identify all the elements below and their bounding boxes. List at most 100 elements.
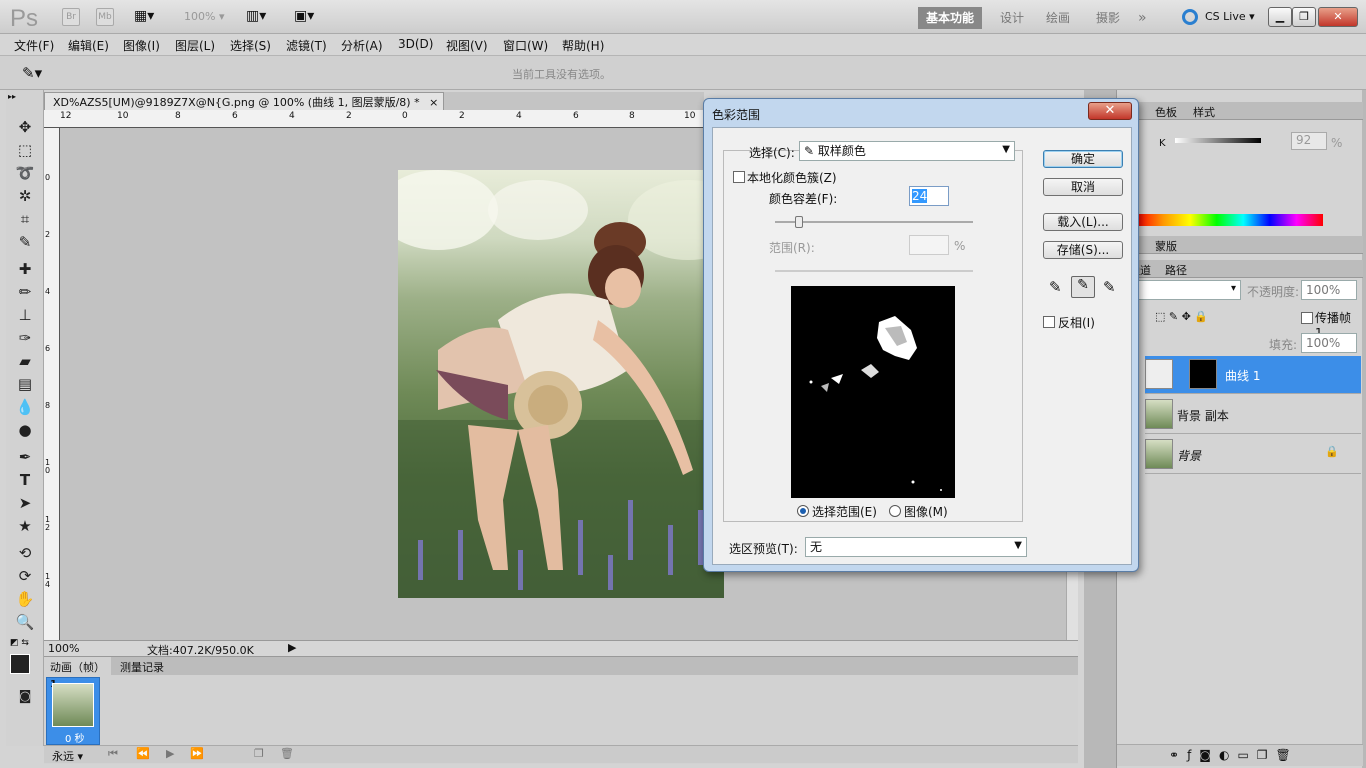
crop-tool-icon[interactable]: ⌗ (14, 210, 36, 228)
minimize-button[interactable]: ▁ (1268, 7, 1292, 27)
healing-brush-tool-icon[interactable]: ✚ (14, 260, 36, 278)
add-mask-icon[interactable]: ◙ (1199, 748, 1219, 762)
tab-masks[interactable]: 蒙版 (1155, 238, 1177, 254)
pen-tool-icon[interactable]: ✒ (14, 448, 36, 466)
first-frame-icon[interactable]: ⏮ (108, 747, 118, 761)
duplicate-frame-icon[interactable]: ❐ (254, 747, 264, 760)
adjustment-layer-icon[interactable]: ◐ (1219, 748, 1237, 762)
foreground-color-swatch[interactable] (10, 654, 30, 674)
quick-mask-icon[interactable]: ◙ (14, 688, 36, 706)
eraser-tool-icon[interactable]: ▰ (14, 352, 36, 370)
tab-animation-frames[interactable]: 动画（帧） (44, 657, 111, 675)
fill-field[interactable]: 100% (1301, 333, 1357, 353)
close-window-button[interactable]: ✕ (1318, 7, 1358, 27)
menu-analysis[interactable]: 分析(A) (341, 37, 383, 54)
opacity-field[interactable]: 100% (1301, 280, 1357, 300)
layer-style-icon[interactable]: ƒ (1187, 748, 1199, 762)
view-extras-icon[interactable]: ▦▾ (134, 8, 154, 24)
selection-preview[interactable] (791, 286, 955, 498)
arrange-documents-icon[interactable]: ▥▾ (246, 8, 266, 24)
eyedropper-preset-icon[interactable]: ✎▾ (22, 64, 42, 82)
invert-checkbox[interactable] (1043, 316, 1055, 328)
quick-selection-tool-icon[interactable]: ✲ (14, 187, 36, 205)
close-document-icon[interactable]: × (429, 96, 438, 109)
layer-background-copy[interactable]: 背景 副本 (1145, 396, 1361, 434)
blur-tool-icon[interactable]: 💧 (14, 398, 36, 416)
lasso-tool-icon[interactable]: ➰ (14, 164, 36, 182)
save-button[interactable]: 存储(S)... (1043, 241, 1123, 259)
bridge-button[interactable]: Br (62, 8, 80, 26)
frame-delay[interactable]: 0 秒 (65, 730, 85, 745)
k-slider[interactable] (1175, 138, 1261, 143)
history-brush-tool-icon[interactable]: ✑ (14, 329, 36, 347)
type-tool-icon[interactable]: T (14, 471, 36, 489)
menu-layer[interactable]: 图层(L) (175, 37, 215, 54)
workspace-essentials[interactable]: 基本功能 (918, 7, 983, 29)
document-tab[interactable]: XD%AZS5[UM)@9189Z7X@N{G.png @ 100% (曲线 1… (44, 92, 444, 110)
swap-colors-icon[interactable]: ◩ ⇆ (10, 638, 29, 648)
menu-window[interactable]: 窗口(W) (503, 37, 548, 54)
menu-image[interactable]: 图像(I) (123, 37, 160, 54)
eyedropper-minus-icon[interactable]: ✎ (1103, 278, 1116, 296)
restore-button[interactable]: ❐ (1292, 7, 1316, 27)
zoom-tool-icon[interactable]: 🔍 (14, 613, 36, 631)
animation-frame[interactable]: 1 0 秒 (46, 677, 100, 745)
dialog-close-button[interactable]: ✕ (1088, 102, 1132, 120)
brush-tool-icon[interactable]: ✏ (14, 283, 36, 301)
menu-3d[interactable]: 3D(D) (398, 37, 433, 51)
shape-tool-icon[interactable]: ★ (14, 517, 36, 535)
cs-live-button[interactable]: CS Live ▾ (1205, 10, 1255, 23)
status-menu-arrow-icon[interactable]: ▶ (288, 641, 296, 654)
marquee-tool-icon[interactable]: ⬚ (14, 141, 36, 159)
menu-file[interactable]: 文件(F) (14, 37, 54, 54)
select-dropdown[interactable]: ✎ 取样颜色 ▼ (799, 141, 1015, 161)
fuzziness-slider-track[interactable] (775, 221, 973, 223)
new-group-icon[interactable]: ▭ (1237, 748, 1256, 762)
clone-stamp-tool-icon[interactable]: ⊥ (14, 306, 36, 324)
gradient-tool-icon[interactable]: ▤ (14, 375, 36, 393)
radio-image[interactable] (889, 505, 901, 517)
tab-measurement-log[interactable]: 测量记录 (114, 657, 170, 675)
previous-frame-icon[interactable]: ⏪ (136, 747, 150, 760)
propagate-frame-checkbox[interactable] (1301, 312, 1313, 324)
menu-select[interactable]: 选择(S) (230, 37, 271, 54)
eyedropper-icon[interactable]: ✎ (1049, 278, 1062, 296)
radio-selection[interactable] (797, 505, 809, 517)
menu-help[interactable]: 帮助(H) (562, 37, 604, 54)
more-workspaces-icon[interactable]: » (1130, 7, 1155, 29)
3d-rotate-tool-icon[interactable]: ⟲ (14, 544, 36, 562)
workspace-photography[interactable]: 摄影 (1088, 7, 1128, 29)
screen-mode-icon[interactable]: ▣▾ (294, 8, 314, 24)
layer-curves-1[interactable]: 曲线 1 (1145, 356, 1361, 394)
delete-frame-icon[interactable]: 🗑 (280, 747, 294, 760)
mini-bridge-button[interactable]: Mb (96, 8, 114, 26)
eyedropper-tool-icon[interactable]: ✎ (14, 233, 36, 251)
document-image[interactable] (398, 170, 724, 598)
path-selection-tool-icon[interactable]: ➤ (14, 494, 36, 512)
menu-edit[interactable]: 编辑(E) (68, 37, 109, 54)
layer-mask-thumbnail[interactable] (1189, 359, 1217, 389)
status-zoom[interactable]: 100% (48, 642, 79, 655)
hand-tool-icon[interactable]: ✋ (14, 590, 36, 608)
tab-swatches[interactable]: 色板 (1155, 104, 1177, 120)
color-spectrum-bar[interactable] (1137, 214, 1323, 226)
link-layers-icon[interactable]: ⚭ (1169, 748, 1187, 762)
lock-icons[interactable]: ⬚ ✎ ✥ 🔒 (1155, 310, 1208, 323)
fuzziness-slider-thumb[interactable] (794, 216, 803, 228)
dodge-tool-icon[interactable]: ● (14, 421, 36, 439)
localized-color-clusters-checkbox[interactable] (733, 171, 745, 183)
toolbox-collapse-icon[interactable]: ▸▸ (8, 92, 16, 101)
play-icon[interactable]: ▶ (166, 747, 174, 760)
3d-orbit-tool-icon[interactable]: ⟳ (14, 567, 36, 585)
workspace-painting[interactable]: 绘画 (1038, 7, 1078, 29)
zoom-level-dropdown[interactable]: 100% ▾ (184, 10, 224, 23)
workspace-design[interactable]: 设计 (992, 7, 1032, 29)
ok-button[interactable]: 确定 (1043, 150, 1123, 168)
eyedropper-plus-icon[interactable]: ✎ (1071, 276, 1095, 298)
next-frame-icon[interactable]: ⏩ (190, 747, 204, 760)
tab-styles[interactable]: 样式 (1193, 104, 1215, 120)
load-button[interactable]: 载入(L)... (1043, 213, 1123, 231)
tab-paths[interactable]: 路径 (1165, 262, 1187, 278)
menu-filter[interactable]: 滤镜(T) (286, 37, 327, 54)
loop-dropdown[interactable]: 永远 ▾ (52, 748, 83, 764)
